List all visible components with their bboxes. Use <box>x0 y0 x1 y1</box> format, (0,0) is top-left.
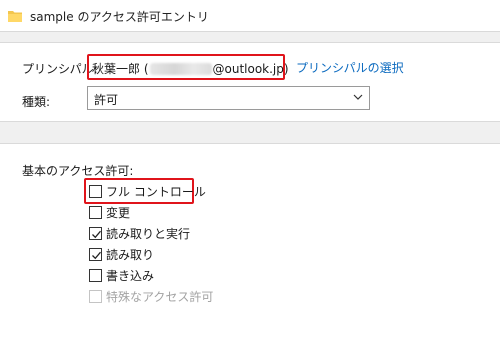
folder-icon <box>8 11 22 22</box>
principal-domain: @outlook.jp) <box>212 62 289 76</box>
title-bar: sample のアクセス許可エントリ <box>0 0 500 32</box>
chevron-down-icon <box>353 94 363 100</box>
checkmark-icon <box>92 251 101 260</box>
type-label: 種類: <box>22 95 51 109</box>
permission-label: 特殊なアクセス許可 <box>106 290 214 304</box>
checkbox-disabled <box>89 290 102 303</box>
checkbox[interactable] <box>89 206 102 219</box>
checkbox-checked[interactable] <box>89 227 102 240</box>
permission-label: 変更 <box>106 206 131 220</box>
permission-label: 読み取りと実行 <box>106 227 191 241</box>
redacted-email <box>149 63 212 75</box>
checkbox-checked[interactable] <box>89 248 102 261</box>
checkbox[interactable] <box>89 269 102 282</box>
type-dropdown[interactable]: 許可 <box>87 86 370 110</box>
checkmark-icon <box>92 230 101 239</box>
window-title: sample のアクセス許可エントリ <box>30 10 209 24</box>
principal-name: 秋葉一郎 ( <box>92 62 149 76</box>
select-principal-link[interactable]: プリンシパルの選択 <box>296 59 404 76</box>
permission-label: 読み取り <box>106 248 155 262</box>
checkbox[interactable] <box>89 185 102 198</box>
principal-value: 秋葉一郎 ( @outlook.jp) <box>87 54 289 80</box>
permission-label: 書き込み <box>106 269 155 283</box>
permission-label: フル コントロール <box>106 185 206 199</box>
permissions-title: 基本のアクセス許可: <box>22 164 134 178</box>
type-dropdown-value: 許可 <box>94 93 119 107</box>
